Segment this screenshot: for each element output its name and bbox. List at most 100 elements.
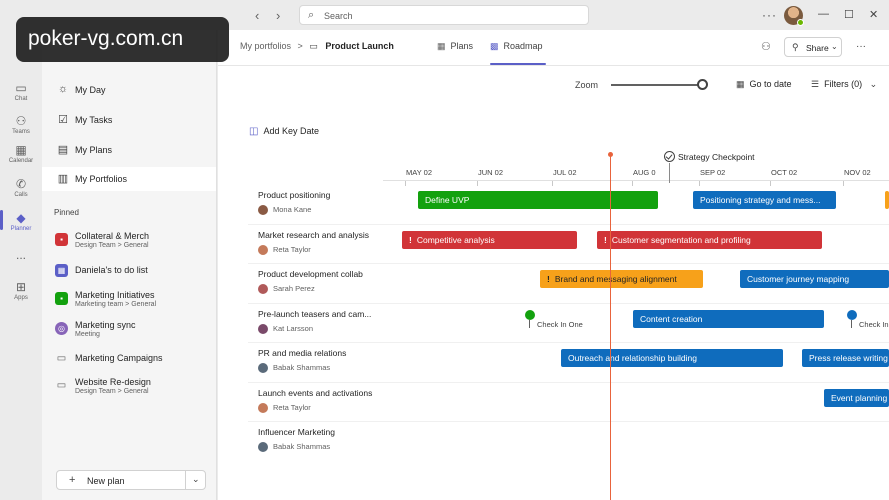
presence-available-icon [797,19,804,26]
pinned-plan-campaigns[interactable]: ▭ Marketing Campaigns [42,347,216,373]
key-date-milestone[interactable]: Strategy Checkpoint [664,151,755,163]
row-title[interactable]: Pre-launch teasers and cam... [258,309,371,319]
button-divider [185,471,186,489]
month-label: SEP 02 [700,168,726,177]
roadmap-bar[interactable]: Positioning strategy and mess... [693,191,836,209]
pinned-plan-collateral[interactable]: ▪ Collateral & Merch Design Team > Gener… [42,229,216,255]
owner-name: Reta Taylor [273,245,311,254]
tab-roadmap[interactable]: ▩ Roadmap [490,41,543,52]
month-label: JUL 02 [553,168,577,177]
checkpoint-icon [664,151,675,163]
rail-teams-label: Teams [12,129,30,135]
calendar-icon: ▦ [736,79,745,89]
row-owner: Babak Shammas [258,363,330,374]
sidebar-item-label: My Plans [75,145,113,155]
roadmap-bar[interactable]: ! Brand and messaging alignment [540,270,703,288]
plan-image-icon: ▪ [55,292,68,305]
share-label: Share [806,43,829,53]
rail-calls-label: Calls [14,192,28,198]
folder-icon: ▭ [309,41,318,51]
sidebar-item-my-day[interactable]: ☼ My Day [42,78,216,102]
page-title: Product Launch [325,41,394,51]
more-options-icon[interactable]: ··· [856,41,866,52]
roadmap-bar[interactable]: Define UVP [418,191,658,209]
row-owner: Reta Taylor [258,245,311,256]
roadmap-bar[interactable]: ! Competitive analysis [402,231,577,249]
roadmap-bar[interactable]: Event planning [824,389,889,407]
row-divider [248,303,889,304]
sidebar-item-my-plans[interactable]: ▤ My Plans [42,138,216,162]
sun-icon: ☼ [57,83,69,95]
search-placeholder: Search [324,11,353,21]
avatar [258,205,268,216]
sidebar-item-my-tasks[interactable]: ☑ My Tasks [42,108,216,132]
sidebar-item-my-portfolios[interactable]: ▥ My Portfolios [42,167,216,191]
rail-apps-label: Apps [14,295,28,301]
pinned-plan-todo[interactable]: ▦ Daniela's to do list [42,259,216,285]
forward-arrow-icon[interactable]: › [276,8,280,23]
row-title[interactable]: Product positioning [258,190,330,200]
sidebar-item-label: My Day [75,85,106,95]
rail-teams[interactable]: ⚇ Teams [0,114,42,135]
team-members-icon[interactable]: ⚇ [761,40,771,53]
rail-apps[interactable]: ⊞ Apps [0,280,42,301]
roadmap-bar[interactable]: ! Customer segmentation and profiling [597,231,822,249]
tab-plans[interactable]: ▦ Plans [437,41,473,52]
row-title[interactable]: Influencer Marketing [258,427,335,437]
add-key-date-button[interactable]: ◫ Add Key Date [249,126,319,137]
plan-board-icon: ▦ [55,264,68,277]
new-plan-button[interactable]: + New plan ⌄ [56,470,206,490]
roadmap-bar[interactable]: Customer journey mapping [740,270,889,288]
pinned-plan-title: Marketing Initiatives [75,290,155,300]
row-title[interactable]: Launch events and activations [258,388,372,398]
row-divider [248,263,889,264]
pinned-header: Pinned [54,208,79,217]
chevron-down-icon: ⌄ [869,79,878,89]
share-icon: ⚲ [792,42,799,52]
chevron-down-icon[interactable]: ⌄ [192,474,200,485]
pinned-plan-title: Daniela's to do list [75,265,148,275]
zoom-slider-thumb[interactable] [697,79,708,90]
pinned-plan-sync[interactable]: ◎ Marketing sync Meeting [42,318,216,344]
close-icon[interactable]: ✕ [869,8,878,21]
row-title[interactable]: Market research and analysis [258,230,369,240]
breadcrumb-separator: > [297,41,303,51]
row-title[interactable]: PR and media relations [258,348,346,358]
go-to-date-button[interactable]: ▦ Go to date [736,79,792,90]
pinned-plan-website[interactable]: ▭ Website Re-design Design Team > Genera… [42,375,216,401]
roadmap-bar[interactable]: Content creation [633,310,824,328]
pinned-plan-subtitle: Meeting [75,331,100,338]
roadmap-bar-edge[interactable] [885,191,889,209]
breadcrumb-portfolios[interactable]: My portfolios [240,41,291,51]
rail-more[interactable]: ... [0,248,42,262]
breadcrumb: My portfolios > ▭ Product Launch [240,41,394,52]
roadmap-bar[interactable]: Outreach and relationship building [561,349,783,367]
user-avatar[interactable] [784,6,804,26]
filters-button[interactable]: ☰ Filters (0) ⌄ [811,79,877,90]
row-owner: Mona Kane [258,205,311,216]
minimize-icon[interactable]: — [818,8,829,20]
pinned-plan-subtitle: Design Team > General [75,388,149,395]
rail-chat[interactable]: ▭ Chat [0,81,42,102]
roadmap-bar[interactable]: Press release writing [802,349,889,367]
chevron-down-icon: ⌄ [831,42,838,51]
bar-label: Content creation [640,314,703,324]
rail-planner[interactable]: ◆ Planner [0,211,42,232]
rail-calls[interactable]: ✆ Calls [0,177,42,198]
pinned-plan-initiatives[interactable]: ▪ Marketing Initiatives Marketing team >… [42,288,216,314]
roadmap-view: My portfolios > ▭ Product Launch ▦ Plans … [218,30,889,500]
rail-calendar[interactable]: ▦ Calendar [0,143,42,164]
zoom-slider-track[interactable] [611,84,703,86]
row-title[interactable]: Product development collab [258,269,363,279]
pinned-plan-title: Marketing sync [75,320,136,330]
maximize-icon[interactable]: ☐ [844,8,854,21]
portfolio-icon: ▥ [57,173,69,185]
search-box[interactable]: ⌕ Search [299,5,589,25]
bar-label: Press release writing [809,353,888,363]
more-options-icon[interactable]: ··· [762,8,777,22]
loop-icon: ◎ [55,322,68,335]
back-arrow-icon[interactable]: ‹ [255,8,259,23]
row-divider [248,382,889,383]
priority-icon: ! [604,235,607,245]
share-button[interactable]: ⚲ Share ⌄ [784,37,842,57]
